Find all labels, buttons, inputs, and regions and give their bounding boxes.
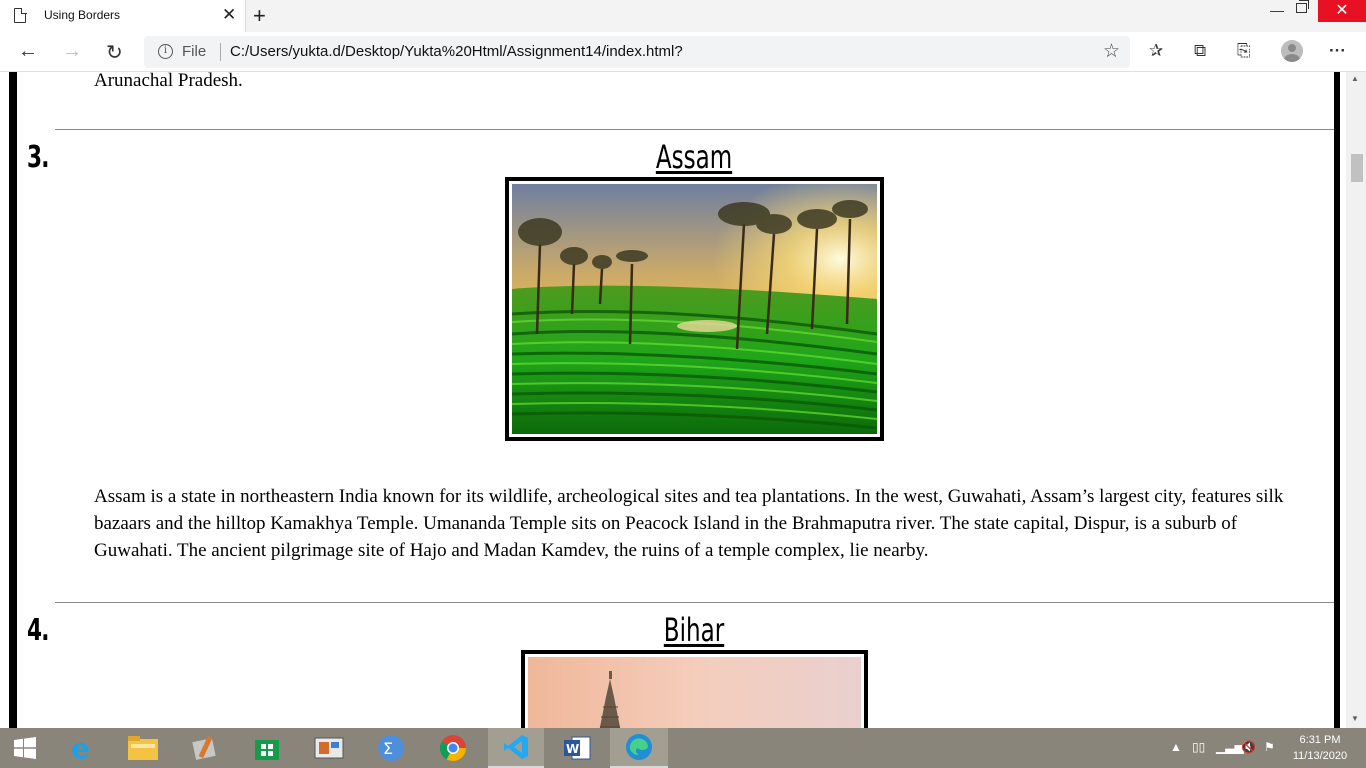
page-viewport: Arunachal Pradesh. 3. Assam Assam is a s… (0, 72, 1366, 728)
page-border-left (9, 72, 17, 728)
restore-button[interactable] (1296, 0, 1309, 13)
browser-tab[interactable]: Using Borders ✕ (0, 0, 246, 32)
action-center-flag-icon[interactable]: ⚑ (1264, 740, 1275, 754)
word-icon[interactable]: W (552, 728, 602, 768)
navigation-bar: ← → ↻ i File C:/Users/yukta.d/Desktop/Yu… (0, 32, 1366, 72)
windows-logo-icon (14, 737, 36, 759)
back-icon[interactable]: ← (18, 40, 38, 63)
bihar-image-frame (521, 650, 868, 728)
bihar-image (525, 654, 864, 728)
section-divider (55, 602, 1334, 603)
new-tab-button[interactable]: + (253, 3, 266, 29)
system-clock[interactable]: 6:31 PM 11/13/2020 (1290, 732, 1350, 764)
device-icon[interactable]: ▯▯ (1192, 740, 1205, 754)
volume-muted-icon[interactable]: 🔇 (1241, 740, 1256, 754)
svg-text:e: e (71, 733, 90, 763)
clock-date: 11/13/2020 (1292, 750, 1348, 762)
start-button[interactable] (0, 728, 50, 768)
control-panel-icon[interactable] (304, 728, 354, 768)
section-divider (55, 129, 1334, 130)
section-title: Assam (655, 138, 733, 176)
page-icon (14, 7, 27, 23)
scroll-down-arrow-icon[interactable]: ▼ (1351, 714, 1359, 723)
network-icon[interactable]: ▁▃▅ (1216, 740, 1244, 754)
scroll-up-arrow-icon[interactable]: ▲ (1351, 74, 1359, 83)
store-icon[interactable] (242, 728, 292, 768)
scroll-thumb[interactable] (1351, 154, 1363, 182)
assam-image-frame (505, 177, 884, 441)
vertical-scrollbar[interactable]: ▲ ▼ (1346, 72, 1366, 728)
info-icon[interactable]: i (158, 44, 173, 59)
forward-icon[interactable]: → (62, 40, 82, 63)
section-number: 3. (27, 140, 49, 175)
close-tab-icon[interactable]: ✕ (222, 5, 236, 25)
edge-icon[interactable] (610, 728, 668, 768)
tab-title: Using Borders (44, 8, 121, 22)
minimize-button[interactable]: — (1270, 2, 1284, 18)
vscode-icon[interactable] (488, 728, 544, 768)
url-text[interactable]: C:/Users/yukta.d/Desktop/Yukta%20Html/As… (230, 43, 683, 60)
paint-tool-icon[interactable] (180, 728, 230, 768)
file-explorer-icon[interactable] (118, 728, 168, 768)
collections-icon[interactable]: ⧉ (1194, 41, 1206, 61)
section-number: 4. (27, 613, 49, 648)
assam-image (509, 181, 880, 437)
page-border-right (1334, 72, 1340, 728)
tea-garden-illustration (512, 184, 877, 434)
section-title: Bihar (663, 611, 725, 649)
clock-time: 6:31 PM (1299, 734, 1341, 746)
file-label: File (182, 43, 207, 60)
assam-description: Assam is a state in northeastern India k… (94, 486, 1284, 561)
chrome-icon[interactable] (428, 728, 478, 768)
tab-strip: Using Borders ✕ + — ✕ (0, 0, 1366, 32)
favorite-star-icon[interactable]: ☆ (1103, 40, 1120, 63)
more-options-icon[interactable]: ··· (1329, 41, 1346, 61)
divider (220, 43, 221, 61)
window-close-button[interactable]: ✕ (1318, 0, 1366, 22)
temple-illustration (528, 657, 861, 728)
windows-taskbar: e Σ W ▲ ▯▯ ▁▃▅ 🔇 ⚑ 6:31 PM 11/13/2020 (0, 728, 1366, 768)
profile-avatar[interactable] (1281, 40, 1303, 62)
internet-explorer-icon[interactable]: e (56, 728, 106, 768)
svg-text:W: W (566, 742, 579, 756)
share-icon[interactable]: ⎘ (1237, 41, 1251, 61)
svg-text:Σ: Σ (383, 739, 393, 758)
math-input-icon[interactable]: Σ (366, 728, 416, 768)
refresh-icon[interactable]: ↻ (106, 40, 123, 65)
favorites-icon[interactable]: ✰ (1149, 41, 1163, 61)
previous-section-text: Arunachal Pradesh. (94, 72, 243, 91)
show-hidden-icons[interactable]: ▲ (1170, 740, 1182, 754)
address-bar[interactable]: i File C:/Users/yukta.d/Desktop/Yukta%20… (144, 36, 1130, 68)
